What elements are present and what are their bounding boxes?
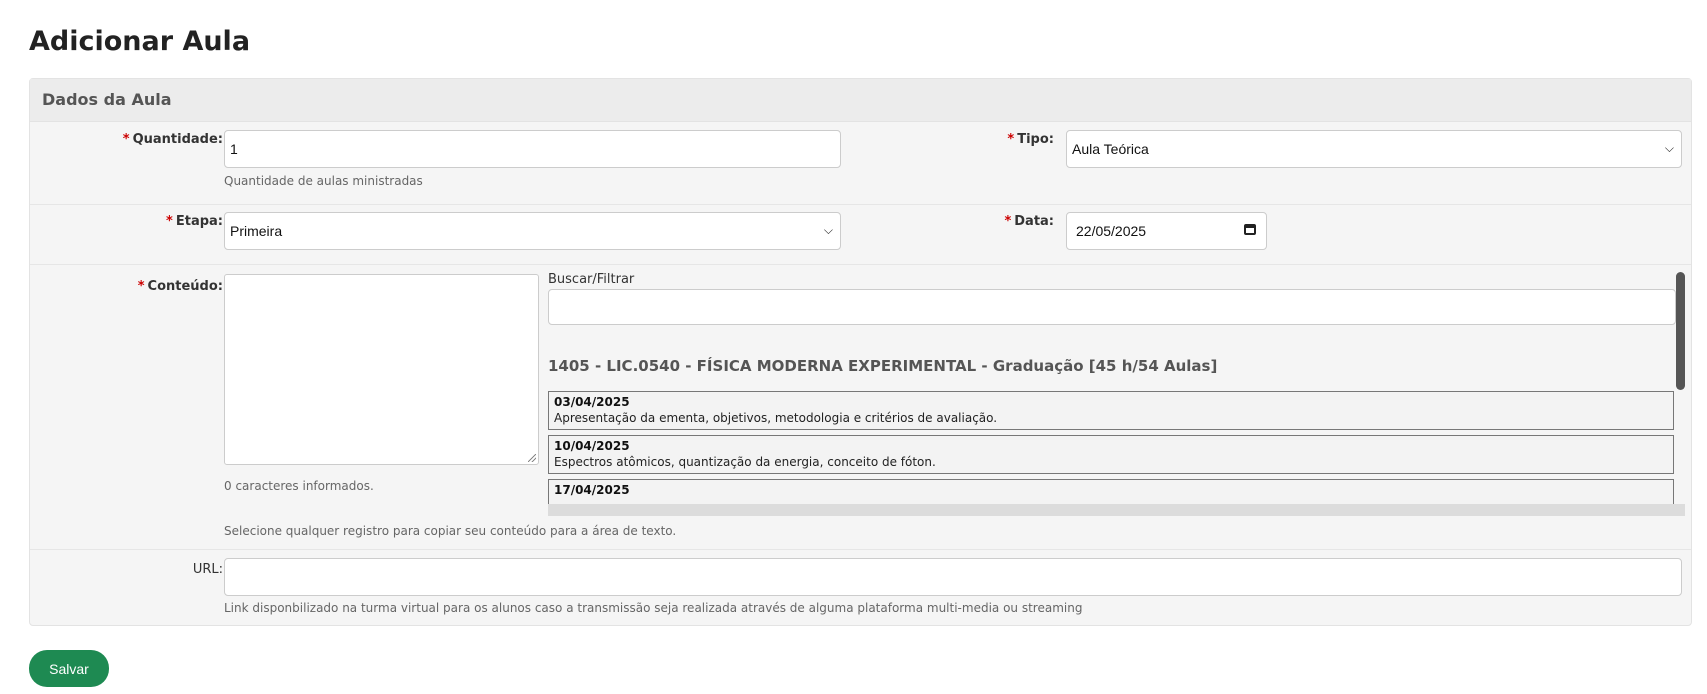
chevron-down-icon: ⌵ xyxy=(823,222,833,237)
conteudo-help: Selecione qualquer registro para copiar … xyxy=(224,524,677,538)
horizontal-scrollbar[interactable] xyxy=(548,504,1685,516)
filter-label: Buscar/Filtrar xyxy=(548,272,635,287)
calendar-icon[interactable] xyxy=(1244,224,1256,235)
tipo-label: * Tipo: xyxy=(1007,132,1054,147)
form-row-quantidade-tipo: * Quantidade: 1 Quantidade de aulas minis… xyxy=(30,122,1691,205)
quantidade-label: * Quantidade: xyxy=(122,132,223,147)
conteudo-textarea[interactable] xyxy=(224,274,539,465)
etapa-select[interactable]: Primeira ⌵ xyxy=(224,212,841,250)
page-title: Adicionar Aula xyxy=(29,26,251,57)
form-row-etapa-data: * Etapa: Primeira ⌵ * Data: 22/05/2025 xyxy=(30,204,1691,265)
record-item[interactable]: 10/04/2025 Espectros atômicos, quantizaç… xyxy=(548,435,1674,474)
conteudo-char-count: 0 caracteres informados. xyxy=(224,479,374,493)
data-label: * Data: xyxy=(1004,214,1054,229)
course-group-title: 1405 - LIC.0540 - FÍSICA MODERNA EXPERIM… xyxy=(548,357,1218,375)
record-item[interactable]: 03/04/2025 Apresentação da ementa, objet… xyxy=(548,391,1674,430)
url-input[interactable] xyxy=(224,558,1682,596)
resize-grip-icon[interactable] xyxy=(528,454,536,462)
conteudo-label: * Conteúdo: xyxy=(137,279,223,294)
url-label: URL: xyxy=(192,562,223,577)
save-button[interactable]: Salvar xyxy=(29,650,109,687)
url-help: Link disponbilizado na turma virtual par… xyxy=(224,601,1083,615)
quantidade-help: Quantidade de aulas ministradas xyxy=(224,174,423,188)
tipo-select[interactable]: Aula Teórica ⌵ xyxy=(1066,130,1682,168)
filter-input[interactable] xyxy=(548,289,1676,325)
conteudo-filter-area: Buscar/Filtrar 1405 - LIC.0540 - FÍSICA … xyxy=(548,272,1685,516)
quantidade-input[interactable]: 1 xyxy=(224,130,841,168)
chevron-down-icon: ⌵ xyxy=(1664,140,1674,155)
data-input[interactable]: 22/05/2025 xyxy=(1066,212,1267,250)
etapa-label: * Etapa: xyxy=(166,214,223,229)
form-row-url: URL: Link disponbilizado na turma virtua… xyxy=(30,549,1691,626)
vertical-scrollbar-thumb[interactable] xyxy=(1676,272,1685,390)
panel-title: Dados da Aula xyxy=(30,79,1691,122)
